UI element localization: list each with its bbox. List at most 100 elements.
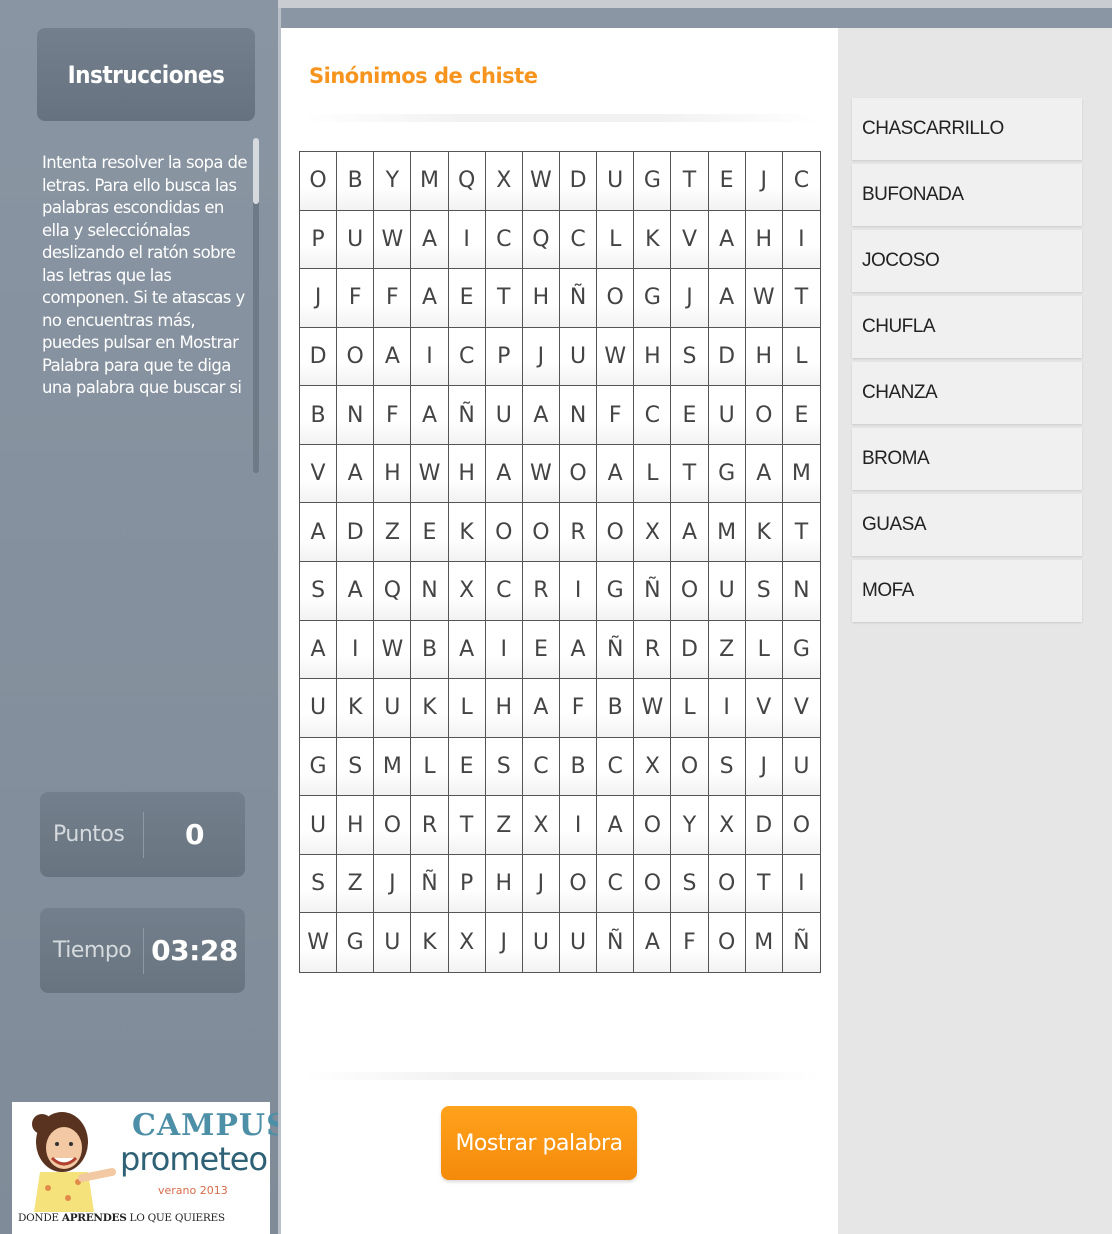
grid-cell[interactable]: N xyxy=(559,386,598,445)
grid-cell[interactable]: O xyxy=(708,913,746,972)
grid-cell[interactable]: I xyxy=(485,620,523,680)
grid-cell[interactable]: W xyxy=(745,269,783,328)
grid-cell[interactable]: M xyxy=(745,913,783,972)
grid-cell[interactable]: M xyxy=(374,737,412,797)
grid-cell[interactable]: I xyxy=(559,562,598,621)
grid-cell[interactable]: Ñ xyxy=(559,269,598,328)
grid-cell[interactable]: A xyxy=(559,620,598,680)
grid-cell[interactable]: L xyxy=(745,620,783,680)
grid-cell[interactable]: I xyxy=(448,210,486,270)
grid-cell[interactable]: O xyxy=(782,796,820,855)
grid-cell[interactable]: O xyxy=(485,503,523,562)
grid-cell[interactable]: X xyxy=(634,737,672,797)
grid-cell[interactable]: U xyxy=(708,562,746,621)
grid-cell[interactable]: Q xyxy=(522,210,560,270)
grid-cell[interactable]: W xyxy=(522,444,560,504)
grid-cell[interactable]: Ñ xyxy=(634,562,672,621)
grid-cell[interactable]: O xyxy=(634,854,672,914)
grid-cell[interactable]: B xyxy=(411,620,449,680)
grid-cell[interactable]: A xyxy=(411,386,449,445)
grid-cell[interactable]: R xyxy=(559,503,598,562)
grid-cell[interactable]: H xyxy=(337,796,375,855)
grid-cell[interactable]: K xyxy=(411,679,449,738)
grid-cell[interactable]: Ñ xyxy=(448,386,486,445)
grid-cell[interactable]: A xyxy=(485,444,523,504)
grid-cell[interactable]: U xyxy=(522,913,560,972)
grid-cell[interactable]: G xyxy=(597,562,635,621)
grid-cell[interactable]: W xyxy=(374,210,412,270)
grid-cell[interactable]: O xyxy=(634,796,672,855)
grid-cell[interactable]: A xyxy=(300,620,338,680)
grid-cell[interactable]: F xyxy=(597,386,635,445)
grid-cell[interactable]: J xyxy=(522,854,560,914)
grid-cell[interactable]: D xyxy=(300,327,338,387)
grid-cell[interactable]: H xyxy=(745,210,783,270)
grid-cell[interactable]: J xyxy=(745,152,783,211)
grid-cell[interactable]: M xyxy=(708,503,746,562)
grid-cell[interactable]: L xyxy=(597,210,635,270)
grid-cell[interactable]: E xyxy=(448,269,486,328)
grid-cell[interactable]: A xyxy=(448,620,486,680)
grid-cell[interactable]: C xyxy=(485,210,523,270)
grid-cell[interactable]: E xyxy=(782,386,820,445)
show-word-button[interactable]: Mostrar palabra xyxy=(441,1106,637,1180)
grid-cell[interactable]: W xyxy=(374,620,412,680)
grid-cell[interactable]: T xyxy=(485,269,523,328)
grid-cell[interactable]: I xyxy=(559,796,598,855)
grid-cell[interactable]: K xyxy=(745,503,783,562)
grid-cell[interactable]: A xyxy=(411,210,449,270)
grid-cell[interactable]: R xyxy=(411,796,449,855)
grid-cell[interactable]: S xyxy=(485,737,523,797)
grid-cell[interactable]: J xyxy=(485,913,523,972)
grid-cell[interactable]: F xyxy=(671,913,709,972)
grid-cell[interactable]: O xyxy=(522,503,560,562)
grid-cell[interactable]: E xyxy=(708,152,746,211)
grid-cell[interactable]: G xyxy=(708,444,746,504)
grid-cell[interactable]: J xyxy=(671,269,709,328)
grid-cell[interactable]: I xyxy=(337,620,375,680)
grid-cell[interactable]: Y xyxy=(374,152,412,211)
grid-cell[interactable]: G xyxy=(300,737,338,797)
grid-cell[interactable]: A xyxy=(671,503,709,562)
scrollbar-thumb[interactable] xyxy=(253,138,259,204)
grid-cell[interactable]: H xyxy=(522,269,560,328)
grid-cell[interactable]: R xyxy=(522,562,560,621)
grid-cell[interactable]: Z xyxy=(337,854,375,914)
grid-cell[interactable]: T xyxy=(782,503,820,562)
grid-cell[interactable]: C xyxy=(597,854,635,914)
grid-cell[interactable]: U xyxy=(708,386,746,445)
grid-cell[interactable]: T xyxy=(671,444,709,504)
grid-cell[interactable]: M xyxy=(411,152,449,211)
grid-cell[interactable]: W xyxy=(411,444,449,504)
grid-cell[interactable]: T xyxy=(448,796,486,855)
grid-cell[interactable]: N xyxy=(411,562,449,621)
grid-cell[interactable]: V xyxy=(671,210,709,270)
grid-cell[interactable]: O xyxy=(559,444,598,504)
grid-cell[interactable]: W xyxy=(634,679,672,738)
grid-cell[interactable]: T xyxy=(782,269,820,328)
grid-cell[interactable]: A xyxy=(745,444,783,504)
grid-cell[interactable]: U xyxy=(300,796,338,855)
grid-cell[interactable]: G xyxy=(782,620,820,680)
grid-cell[interactable]: E xyxy=(522,620,560,680)
grid-cell[interactable]: J xyxy=(300,269,338,328)
grid-cell[interactable]: W xyxy=(597,327,635,387)
grid-cell[interactable]: U xyxy=(374,679,412,738)
grid-cell[interactable]: B xyxy=(300,386,338,445)
grid-cell[interactable]: U xyxy=(559,913,598,972)
grid-cell[interactable]: E xyxy=(448,737,486,797)
grid-cell[interactable]: M xyxy=(782,444,820,504)
grid-cell[interactable]: L xyxy=(634,444,672,504)
grid-cell[interactable]: K xyxy=(337,679,375,738)
grid-cell[interactable]: A xyxy=(597,444,635,504)
grid-cell[interactable]: J xyxy=(745,737,783,797)
grid-cell[interactable]: U xyxy=(597,152,635,211)
grid-cell[interactable]: A xyxy=(337,444,375,504)
grid-cell[interactable]: F xyxy=(374,269,412,328)
grid-cell[interactable]: O xyxy=(597,503,635,562)
grid-cell[interactable]: G xyxy=(634,152,672,211)
grid-cell[interactable]: Z xyxy=(374,503,412,562)
grid-cell[interactable]: I xyxy=(411,327,449,387)
grid-cell[interactable]: K xyxy=(448,503,486,562)
grid-cell[interactable]: U xyxy=(337,210,375,270)
